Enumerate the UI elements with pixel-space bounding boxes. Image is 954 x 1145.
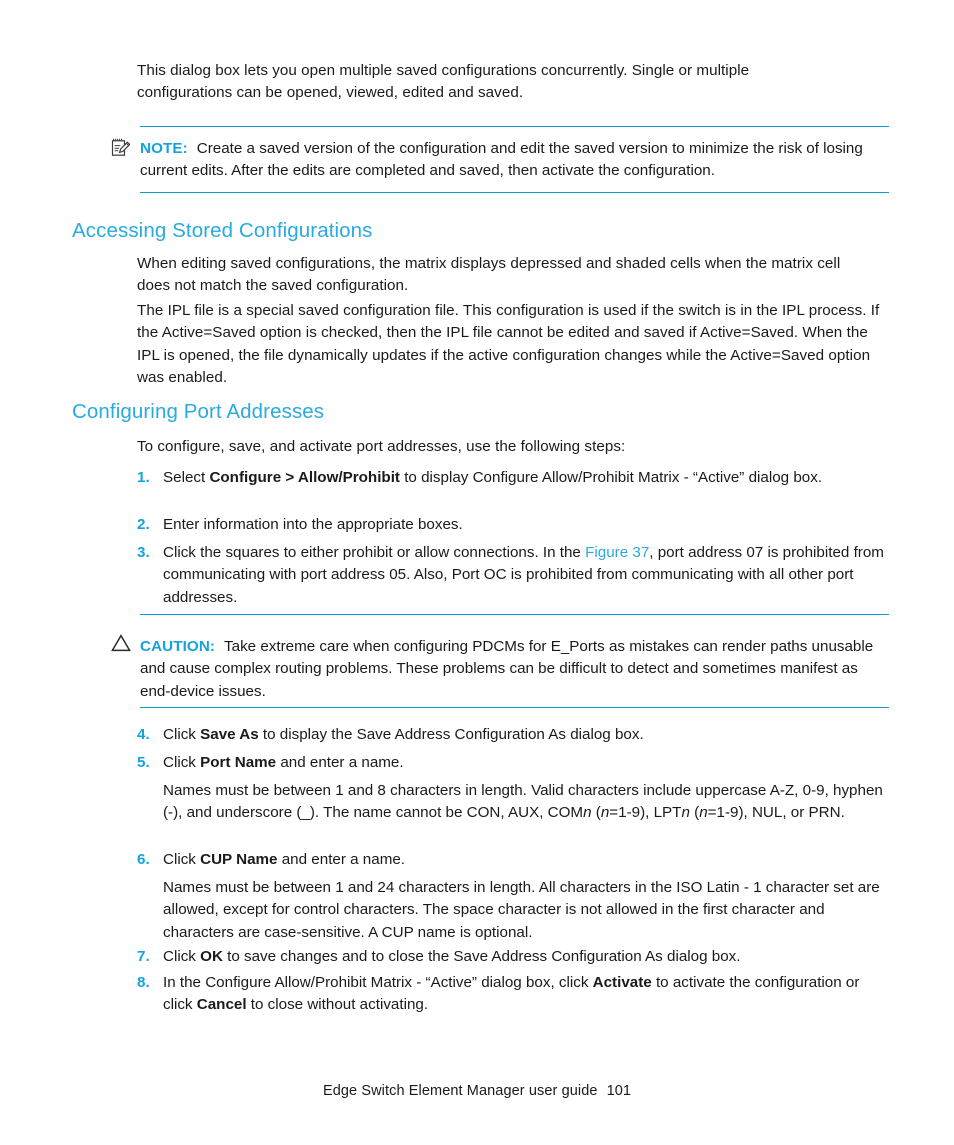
note-pad-pencil-icon bbox=[110, 138, 131, 158]
page-footer: Edge Switch Element Manager user guide 10… bbox=[0, 1083, 954, 1099]
step8-bold-activate: Activate bbox=[592, 974, 652, 991]
note-rule-bottom bbox=[140, 192, 889, 193]
list-item-number: 3. bbox=[137, 544, 150, 561]
list-item: 5. Click Port Name and enter a name. bbox=[137, 752, 887, 774]
list-item: 2. Enter information into the appropriat… bbox=[137, 514, 887, 536]
step5-bold: Port Name bbox=[200, 754, 277, 771]
list-item: 6. Click CUP Name and enter a name. bbox=[137, 849, 887, 871]
port-name-italic-n-1: n bbox=[583, 804, 592, 822]
caution-block: CAUTION: Take extreme care when configuri… bbox=[140, 636, 889, 703]
caution-rule-bottom bbox=[140, 707, 889, 708]
document-page: This dialog box lets you open multiple s… bbox=[0, 0, 954, 1145]
step6-bold: CUP Name bbox=[200, 851, 278, 868]
list-item: 1. Select Configure > Allow/Prohibit to … bbox=[137, 467, 887, 489]
step8-pre: In the Configure Allow/Prohibit Matrix -… bbox=[163, 974, 593, 991]
footer-guide-title: Edge Switch Element Manager user guide bbox=[322, 1083, 598, 1099]
list-item-text: Click OK to save changes and to close th… bbox=[163, 946, 887, 968]
step3-pre: Click the squares to either prohibit or … bbox=[163, 544, 586, 561]
step4-post: to display the Save Address Configuratio… bbox=[258, 726, 644, 743]
step1-post: to display Configure Allow/Prohibit Matr… bbox=[399, 469, 823, 486]
note-text: Create a saved version of the configurat… bbox=[140, 140, 863, 180]
accessing-paragraph-1: When editing saved configurations, the m… bbox=[137, 255, 841, 295]
caution-text: Take extreme care when configuring PDCMs… bbox=[140, 638, 874, 700]
list-item-text: Click the squares to either prohibit or … bbox=[163, 542, 887, 609]
list-item-number: 2. bbox=[137, 516, 150, 533]
port-name-italic-n-3: n bbox=[681, 804, 690, 822]
step5-post: and enter a name. bbox=[276, 754, 404, 771]
heading-configuring-port-addresses: Configuring Port Addresses bbox=[72, 400, 325, 423]
step7-pre: Click bbox=[163, 948, 201, 965]
list-item-text: Click Port Name and enter a name. bbox=[163, 752, 887, 774]
heading-accessing-stored-configurations: Accessing Stored Configurations bbox=[72, 219, 373, 242]
port-name-italic-n-4: n bbox=[699, 804, 708, 822]
list-item: 4. Click Save As to display the Save Add… bbox=[137, 724, 887, 746]
note-label: NOTE: bbox=[140, 140, 188, 157]
port-name-rules-d: ( bbox=[689, 804, 700, 822]
step6-pre: Click bbox=[163, 851, 201, 868]
figure-37-link[interactable]: Figure 37 bbox=[585, 544, 649, 561]
step7-post: to save changes and to close the Save Ad… bbox=[222, 948, 741, 965]
port-name-rules-b: ( bbox=[591, 804, 601, 822]
port-name-rules-paragraph: Names must be between 1 and 8 characters… bbox=[163, 780, 888, 825]
port-name-rules-c: =1-9), LPT bbox=[609, 804, 682, 822]
step6-post: and enter a name. bbox=[277, 851, 406, 868]
warning-triangle-icon bbox=[111, 634, 131, 652]
port-name-rules-e: =1-9), NUL, or PRN. bbox=[707, 804, 845, 822]
step7-bold: OK bbox=[200, 948, 223, 965]
accessing-paragraph-2: The IPL file is a special saved configur… bbox=[137, 302, 880, 386]
list-item-number: 1. bbox=[137, 469, 150, 486]
list-item-text: Click CUP Name and enter a name. bbox=[163, 849, 887, 871]
list-item-number: 8. bbox=[137, 974, 150, 991]
step4-pre: Click bbox=[163, 726, 201, 743]
list-item-text: Enter information into the appropriate b… bbox=[163, 516, 463, 533]
note-block: NOTE: Create a saved version of the confi… bbox=[140, 138, 889, 183]
step5-pre: Click bbox=[163, 754, 201, 771]
step1-bold: Configure > Allow/Prohibit bbox=[209, 469, 400, 486]
step8-post: to close without activating. bbox=[246, 996, 429, 1014]
caution-rule-top bbox=[140, 614, 889, 615]
list-item-text: Click Save As to display the Save Addres… bbox=[163, 724, 887, 746]
step1-pre: Select bbox=[163, 469, 210, 486]
list-item: 3. Click the squares to either prohibit … bbox=[137, 542, 887, 609]
intro-paragraph: This dialog box lets you open multiple s… bbox=[137, 62, 750, 102]
list-item-text: In the Configure Allow/Prohibit Matrix -… bbox=[163, 972, 887, 1017]
list-item: 8. In the Configure Allow/Prohibit Matri… bbox=[137, 972, 887, 1017]
list-item-number: 4. bbox=[137, 726, 150, 743]
list-item-number: 7. bbox=[137, 948, 150, 965]
caution-label: CAUTION: bbox=[140, 638, 216, 655]
port-name-italic-n-2: n bbox=[600, 804, 610, 822]
configuring-intro-paragraph: To configure, save, and activate port ad… bbox=[137, 438, 626, 455]
step4-bold: Save As bbox=[200, 726, 259, 743]
list-item-number: 5. bbox=[137, 754, 150, 771]
note-rule-top bbox=[140, 126, 889, 127]
list-item-number: 6. bbox=[137, 851, 150, 868]
list-item: 7. Click OK to save changes and to close… bbox=[137, 946, 887, 968]
step8-bold-cancel: Cancel bbox=[196, 996, 247, 1014]
list-item-text: Select Configure > Allow/Prohibit to dis… bbox=[163, 467, 887, 489]
cup-name-rules-paragraph: Names must be between 1 and 24 character… bbox=[163, 879, 880, 941]
footer-page-number: 101 bbox=[606, 1083, 632, 1099]
